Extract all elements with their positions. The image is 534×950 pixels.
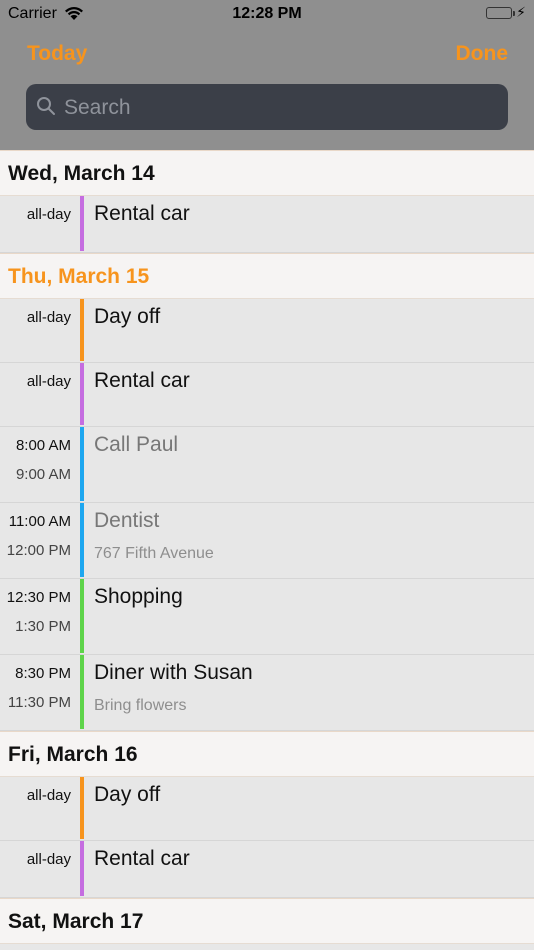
event-title: Dentist xyxy=(94,509,160,532)
event-start-time: 11:00 AM xyxy=(8,513,71,530)
search-bar[interactable] xyxy=(26,84,508,132)
event-start-time: all-day xyxy=(26,851,71,868)
event-row[interactable]: all-day Rental car xyxy=(0,196,534,253)
event-title: Call Paul xyxy=(94,433,179,456)
section-header-date: Wed, March 14 xyxy=(0,150,534,196)
agenda-list[interactable]: Wed, March 14 all-day Rental car Thu, March… xyxy=(0,150,534,944)
event-start-time: all-day xyxy=(26,206,71,223)
event-row[interactable]: all-day Rental car xyxy=(0,841,534,898)
event-start-time: all-day xyxy=(26,373,71,390)
event-title: Rental car xyxy=(94,847,190,870)
search-icon xyxy=(37,97,55,115)
calendar-color-bar xyxy=(80,655,84,729)
event-end-time: 12:00 PM xyxy=(6,542,71,559)
done-button[interactable]: Done xyxy=(456,42,509,66)
calendar-color-bar xyxy=(80,299,84,361)
event-subtitle: Bring flowers xyxy=(94,697,187,714)
section-header-date: Thu, March 15 xyxy=(0,253,534,299)
calendar-color-bar xyxy=(80,503,84,577)
event-subtitle: 767 Fifth Avenue xyxy=(94,545,214,562)
event-title: Rental car xyxy=(94,369,190,392)
section-header-date: Fri, March 16 xyxy=(0,731,534,777)
charging-bolt-icon: ⚡ xyxy=(516,4,526,20)
section-header-date: Sat, March 17 xyxy=(0,898,534,944)
header-area: Carrier 12:28 PM ⚡ Today Done xyxy=(0,0,534,150)
event-title: Day off xyxy=(94,305,161,328)
event-start-time: 8:30 PM xyxy=(15,665,71,682)
event-title: Rental car xyxy=(94,202,190,225)
event-row[interactable]: all-day Day off xyxy=(0,299,534,363)
battery-icon xyxy=(486,7,515,19)
event-row[interactable]: 11:00 AM 12:00 PM Dentist 767 Fifth Avenue xyxy=(0,503,534,579)
status-bar: Carrier 12:28 PM ⚡ xyxy=(0,0,534,28)
event-start-time: all-day xyxy=(26,309,71,326)
calendar-color-bar xyxy=(80,777,84,839)
event-row[interactable]: all-day Rental car xyxy=(0,363,534,427)
event-end-time: 11:30 PM xyxy=(7,694,71,711)
event-title: Day off xyxy=(94,783,161,806)
calendar-color-bar xyxy=(80,427,84,501)
event-row[interactable]: 12:30 PM 1:30 PM Shopping xyxy=(0,579,534,655)
event-title: Diner with Susan xyxy=(94,661,253,684)
event-row[interactable]: all-day Day off xyxy=(0,777,534,841)
event-title: Shopping xyxy=(94,585,183,608)
status-time: 12:28 PM xyxy=(232,5,302,22)
event-start-time: all-day xyxy=(26,787,71,804)
calendar-color-bar xyxy=(80,363,84,425)
event-row[interactable]: 8:00 AM 9:00 AM Call Paul xyxy=(0,427,534,503)
calendar-color-bar xyxy=(80,196,84,251)
calendar-color-bar xyxy=(80,841,84,896)
today-button[interactable]: Today xyxy=(27,42,87,66)
event-end-time: 1:30 PM xyxy=(15,618,71,635)
event-start-time: 12:30 PM xyxy=(6,589,71,606)
event-start-time: 8:00 AM xyxy=(15,437,71,454)
search-input[interactable] xyxy=(62,84,496,132)
event-end-time: 9:00 AM xyxy=(15,466,71,483)
event-row[interactable]: 8:30 PM 11:30 PM Diner with Susan Bring flo… xyxy=(0,655,534,731)
calendar-color-bar xyxy=(80,579,84,653)
